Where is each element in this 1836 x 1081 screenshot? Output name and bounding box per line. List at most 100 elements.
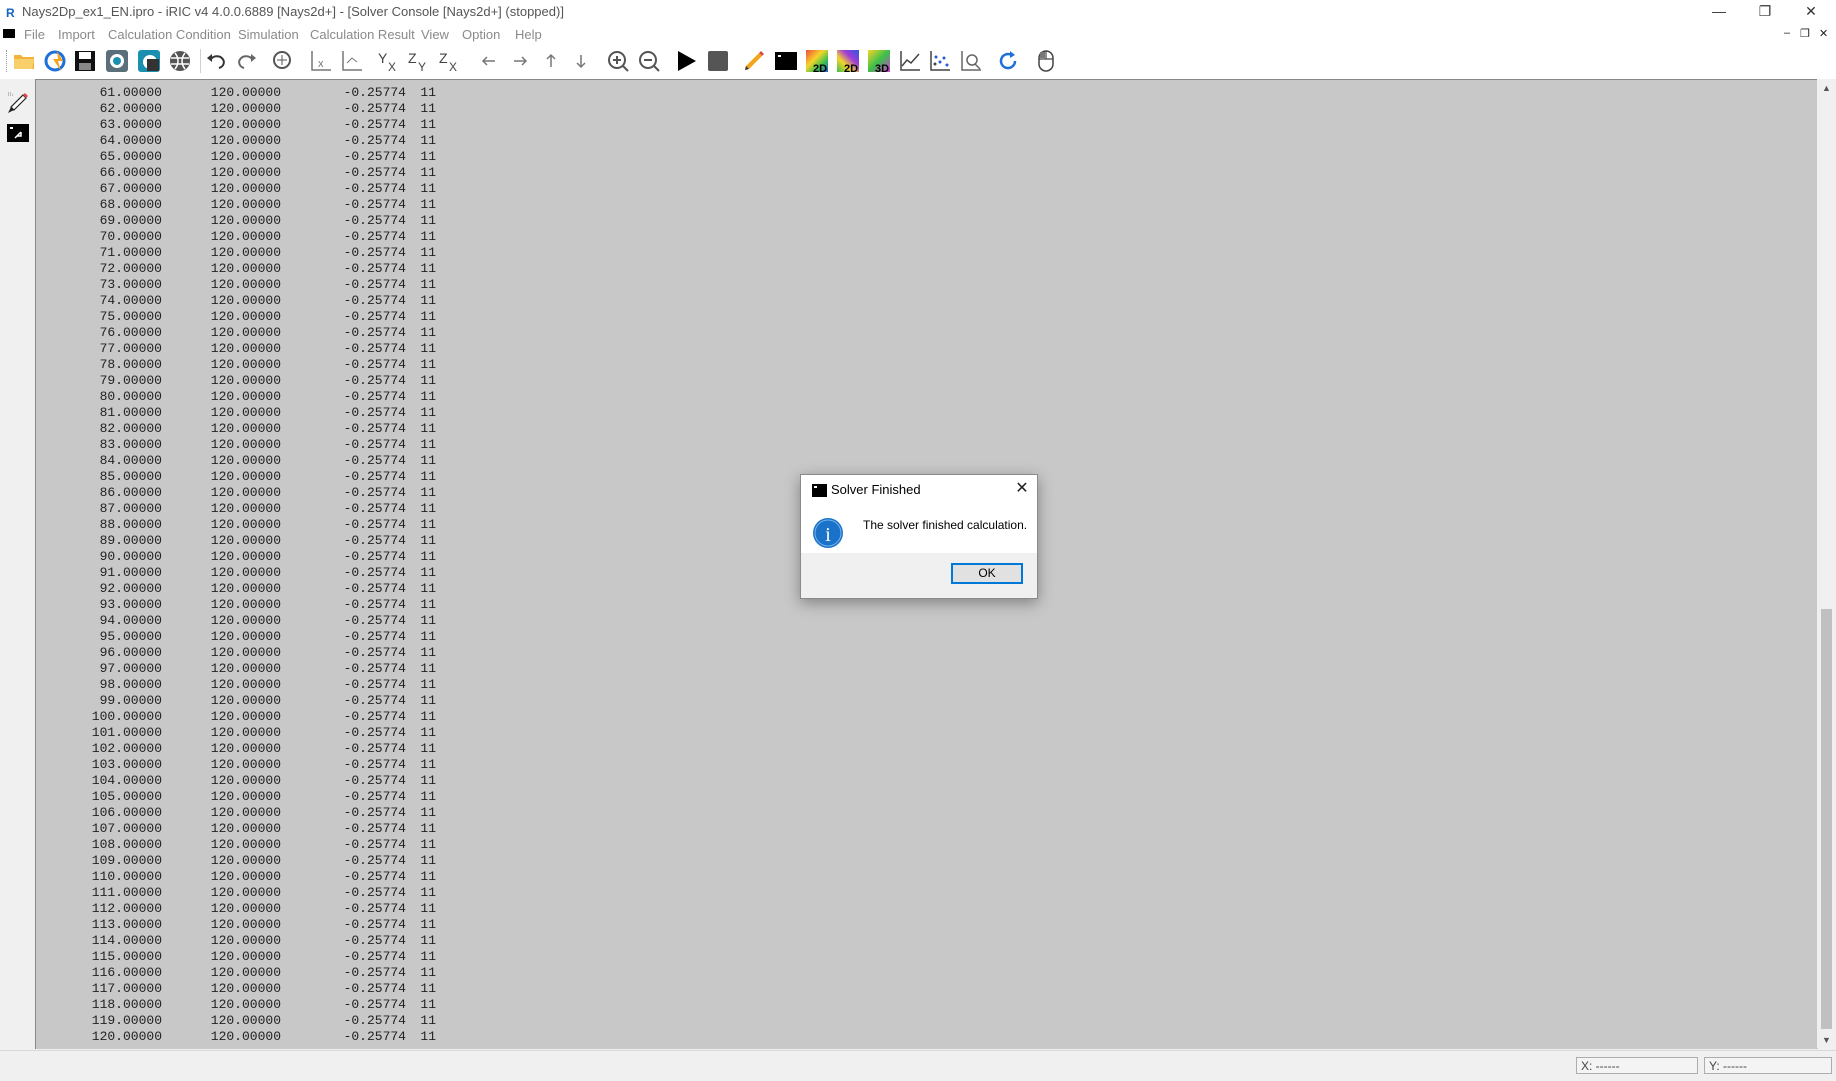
snapshot-icon[interactable] <box>103 47 131 75</box>
solver-console-icon[interactable] <box>772 47 800 75</box>
console-value: 120.00000 <box>210 725 281 740</box>
contour-3d-icon[interactable]: 3D <box>865 47 893 75</box>
console-line: 85.00000 120.00000 -0.25774 11 <box>36 469 456 485</box>
console-value: 120.00000 <box>210 613 281 628</box>
console-value: -0.25774 <box>343 709 406 724</box>
console-line: 68.00000 120.00000 -0.25774 11 <box>36 197 456 213</box>
axis-x-icon[interactable]: x <box>307 47 335 75</box>
snapshot-window-icon[interactable] <box>135 47 163 75</box>
info-glyph: i <box>825 524 831 546</box>
mdi-restore-button[interactable]: ❐ <box>1800 27 1810 40</box>
mouse-icon[interactable] <box>1032 47 1060 75</box>
axis-zx-icon[interactable]: ZX <box>435 47 463 75</box>
console-window-icon[interactable] <box>5 120 31 146</box>
close-button[interactable]: ✕ <box>1788 0 1834 22</box>
mdi-close-button[interactable]: ✕ <box>1819 27 1828 40</box>
console-value: 87.00000 <box>99 501 162 516</box>
console-value: 11 <box>420 437 436 452</box>
edit-pencil-icon[interactable] <box>5 90 31 116</box>
console-line: 90.00000 120.00000 -0.25774 11 <box>36 549 456 565</box>
console-value: 11 <box>420 85 436 100</box>
open-folder-icon[interactable] <box>10 47 38 75</box>
axis-zy-icon[interactable]: ZY <box>404 47 432 75</box>
contour-2d-alt-icon[interactable]: 2D <box>834 47 862 75</box>
console-value: 11 <box>420 997 436 1012</box>
console-line: 112.00000 120.00000 -0.25774 11 <box>36 901 456 917</box>
run-icon[interactable] <box>672 47 700 75</box>
save-icon[interactable] <box>71 47 99 75</box>
scroll-down-button[interactable]: ▼ <box>1817 1031 1836 1048</box>
restore-button[interactable]: ❐ <box>1742 0 1788 22</box>
mdi-document-icon[interactable] <box>3 29 15 38</box>
console-scrollbar[interactable]: ▲ ▼ <box>1817 79 1836 1048</box>
console-line: 108.00000 120.00000 -0.25774 11 <box>36 837 456 853</box>
console-value: 118.00000 <box>91 997 162 1012</box>
console-value: 89.00000 <box>99 533 162 548</box>
grid-icon[interactable] <box>166 47 194 75</box>
zoom-out-icon[interactable] <box>635 47 663 75</box>
axis-yx-icon[interactable]: YX <box>374 47 402 75</box>
probe-icon[interactable] <box>957 47 985 75</box>
console-value: -0.25774 <box>343 309 406 324</box>
menu-simulation[interactable]: Simulation <box>238 27 299 42</box>
console-value: 92.00000 <box>99 581 162 596</box>
scroll-up-button[interactable]: ▲ <box>1817 79 1836 96</box>
menu-help[interactable]: Help <box>515 27 542 42</box>
console-value: 120.00000 <box>210 549 281 564</box>
ok-button[interactable]: OK <box>951 563 1023 584</box>
minimize-button[interactable]: — <box>1696 0 1742 22</box>
scrollbar-thumb[interactable] <box>1821 609 1832 1029</box>
console-line: 69.00000 120.00000 -0.25774 11 <box>36 213 456 229</box>
console-value: -0.25774 <box>343 261 406 276</box>
menu-import[interactable]: Import <box>58 27 95 42</box>
arrow-up-icon[interactable] <box>537 47 565 75</box>
menu-file[interactable]: File <box>24 27 45 42</box>
console-value: 11 <box>420 469 436 484</box>
console-value: -0.25774 <box>343 645 406 660</box>
console-value: -0.25774 <box>343 789 406 804</box>
menu-calculation-result[interactable]: Calculation Result <box>310 27 415 42</box>
scatter-graph-icon[interactable] <box>926 47 954 75</box>
axis-ratio-icon[interactable] <box>338 47 366 75</box>
refresh-icon[interactable] <box>994 47 1022 75</box>
console-line: 91.00000 120.00000 -0.25774 11 <box>36 565 456 581</box>
pencil-icon[interactable] <box>740 47 768 75</box>
console-line: 101.00000 120.00000 -0.25774 11 <box>36 725 456 741</box>
console-value: 11 <box>420 581 436 596</box>
svg-text:Y: Y <box>418 60 426 73</box>
console-value: -0.25774 <box>343 389 406 404</box>
console-value: -0.25774 <box>343 1029 406 1044</box>
console-value: 101.00000 <box>91 725 162 740</box>
console-value: -0.25774 <box>343 853 406 868</box>
console-value: 120.00000 <box>210 885 281 900</box>
console-line: 67.00000 120.00000 -0.25774 11 <box>36 181 456 197</box>
menu-calculation-condition[interactable]: Calculation Condition <box>108 27 231 42</box>
console-value: 11 <box>420 117 436 132</box>
zoom-fit-icon[interactable] <box>269 47 297 75</box>
menu-option[interactable]: Option <box>462 27 500 42</box>
console-line: 76.00000 120.00000 -0.25774 11 <box>36 325 456 341</box>
console-value: 11 <box>420 357 436 372</box>
redo-icon[interactable] <box>233 47 261 75</box>
console-value: 113.00000 <box>91 917 162 932</box>
dialog-close-button[interactable]: ✕ <box>1012 479 1032 499</box>
arrow-left-icon[interactable] <box>475 47 503 75</box>
console-value: -0.25774 <box>343 693 406 708</box>
undo-icon[interactable] <box>202 47 230 75</box>
arrow-right-icon[interactable] <box>506 47 534 75</box>
console-value: 11 <box>420 149 436 164</box>
console-value: 107.00000 <box>91 821 162 836</box>
arrow-down-icon[interactable] <box>567 47 595 75</box>
menu-view[interactable]: View <box>421 27 449 42</box>
console-value: 112.00000 <box>91 901 162 916</box>
console-line: 103.00000 120.00000 -0.25774 11 <box>36 757 456 773</box>
console-value: 88.00000 <box>99 517 162 532</box>
graph-icon[interactable] <box>896 47 924 75</box>
console-value: 11 <box>420 373 436 388</box>
recent-icon[interactable] <box>41 47 69 75</box>
zoom-in-icon[interactable] <box>604 47 632 75</box>
console-line: 66.00000 120.00000 -0.25774 11 <box>36 165 456 181</box>
stop-icon[interactable] <box>704 47 732 75</box>
contour-2d-icon[interactable]: 2D <box>803 47 831 75</box>
mdi-minimize-button[interactable]: – <box>1784 27 1790 39</box>
